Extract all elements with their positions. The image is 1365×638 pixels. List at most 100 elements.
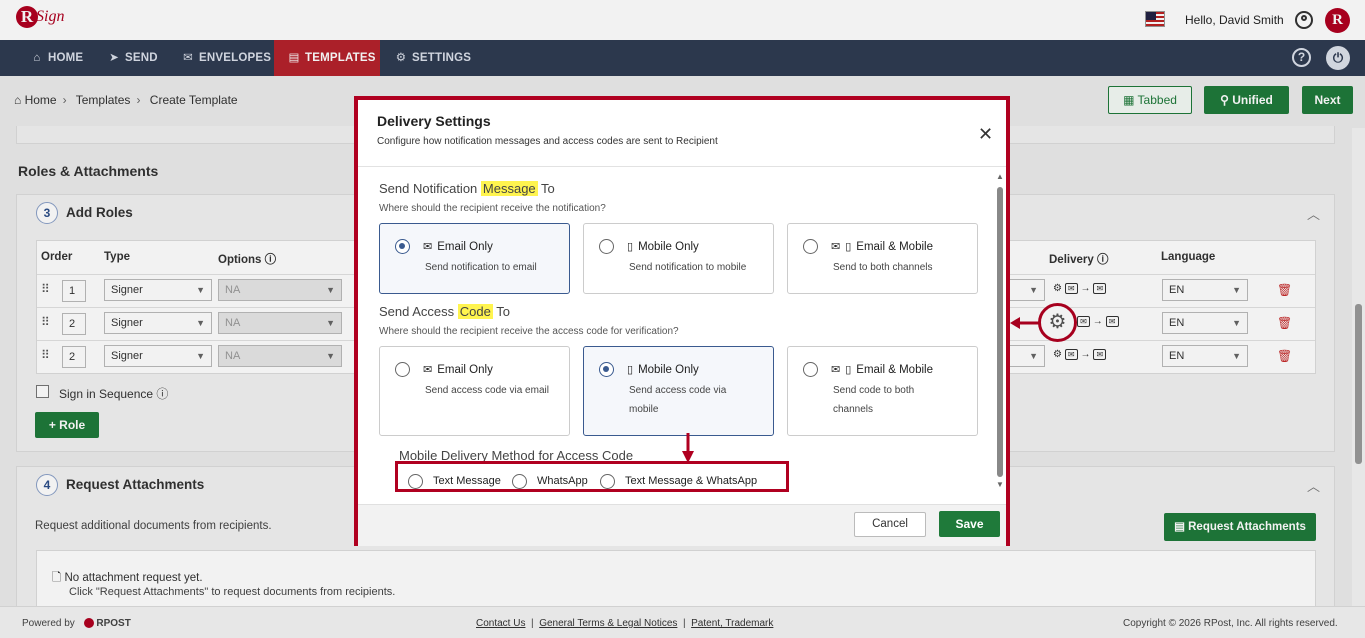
email-icon: ✉ xyxy=(831,241,841,253)
cancel-button[interactable]: Cancel xyxy=(854,512,926,537)
col-options: Options ⓘ xyxy=(218,251,276,267)
drag-handle-icon[interactable]: ⠿ xyxy=(41,348,50,362)
send-icon: ➤ xyxy=(109,52,119,64)
caret-icon: ▼ xyxy=(196,285,205,295)
trash-icon[interactable]: 🗑 xyxy=(1277,317,1292,330)
chevron-up-icon[interactable]: ︿ xyxy=(1307,204,1320,223)
sign-in-sequence-text: Sign in Sequence xyxy=(59,387,154,401)
save-button[interactable]: Save xyxy=(939,511,1000,537)
contact-link[interactable]: Contact Us xyxy=(476,618,525,629)
template-icon: ▤ xyxy=(288,52,300,64)
hidden-select-edge[interactable]: ▼ xyxy=(1007,345,1045,367)
drag-handle-icon[interactable]: ⠿ xyxy=(41,315,50,329)
user-greeting: Hello, David Smith xyxy=(1185,13,1284,27)
type-select[interactable]: Signer ▼ xyxy=(104,345,212,367)
us-flag-icon[interactable] xyxy=(1145,11,1165,27)
logo-text: Sign xyxy=(36,8,65,25)
order-input[interactable]: 2 xyxy=(62,346,86,368)
attachments-header[interactable]: 4 Request Attachments xyxy=(36,474,204,496)
modal-subtitle: Configure how notification messages and … xyxy=(377,136,718,147)
delivery-settings-gear-highlight[interactable]: ⚙ xyxy=(1038,303,1077,342)
nav-send[interactable]: ➤ SEND xyxy=(95,40,170,76)
sign-in-sequence-checkbox[interactable] xyxy=(36,385,49,398)
notification-heading: Send Notification Message To xyxy=(379,181,555,196)
access-option-email[interactable]: ✉ Email Only Send access code via email xyxy=(379,346,570,436)
add-role-button[interactable]: + Role xyxy=(35,412,99,438)
option-title-text: Email Only xyxy=(437,241,493,253)
scroll-down-icon[interactable]: ▼ xyxy=(996,480,1004,489)
language-select[interactable]: EN ▼ xyxy=(1162,345,1248,367)
add-roles-title: Add Roles xyxy=(66,205,133,220)
access-option-both[interactable]: ✉ ▯ Email & Mobile Send code to both chann… xyxy=(787,346,978,436)
drag-handle-icon[interactable]: ⠿ xyxy=(41,282,50,296)
patent-link[interactable]: Patent, Trademark xyxy=(691,618,773,629)
step-number: 4 xyxy=(36,474,58,496)
trash-icon[interactable]: 🗑 xyxy=(1277,284,1292,297)
nav-home[interactable]: ⌂ HOME xyxy=(18,40,95,76)
nav-envelopes[interactable]: ✉ ENVELOPES xyxy=(169,40,283,76)
breadcrumb-home[interactable]: Home xyxy=(25,93,57,107)
delivery-icons[interactable]: ⚙ ✉ → ✉ xyxy=(1053,349,1107,360)
radio[interactable] xyxy=(395,362,410,377)
unified-button[interactable]: ⚲ Unified xyxy=(1204,86,1289,114)
option-title: ✉ ▯ Email & Mobile xyxy=(831,240,933,253)
option-title: ▯ Mobile Only xyxy=(627,240,699,253)
user-profile-icon[interactable] xyxy=(1295,11,1313,29)
type-value: Signer xyxy=(111,284,143,296)
unified-label: Unified xyxy=(1232,93,1273,107)
terms-link[interactable]: General Terms & Legal Notices xyxy=(539,618,677,629)
chevron-up-icon[interactable]: ︿ xyxy=(1307,476,1320,495)
order-input[interactable]: 2 xyxy=(62,313,86,335)
hidden-select-edge[interactable]: ▼ xyxy=(1007,279,1045,301)
type-value: Signer xyxy=(111,317,143,329)
nav-templates-label: TEMPLATES xyxy=(305,52,376,64)
radio-selected[interactable] xyxy=(599,362,614,377)
radio[interactable] xyxy=(803,362,818,377)
power-icon[interactable]: ⏻ xyxy=(1326,46,1350,70)
breadcrumb-templates[interactable]: Templates xyxy=(76,93,131,107)
mobile-icon: ▯ xyxy=(627,241,634,253)
type-select[interactable]: Signer ▼ xyxy=(104,312,212,334)
option-desc: Send notification to mobile xyxy=(629,262,747,273)
notification-option-mobile[interactable]: ▯ Mobile Only Send notification to mobile xyxy=(583,223,774,294)
radio[interactable] xyxy=(803,239,818,254)
info-icon: ⓘ xyxy=(264,254,277,266)
email-icon: ✉ xyxy=(423,241,433,253)
tabbed-button[interactable]: ▦ Tabbed xyxy=(1108,86,1192,114)
type-select[interactable]: Signer ▼ xyxy=(104,279,212,301)
help-icon[interactable]: ? xyxy=(1292,48,1311,67)
rsign-logo[interactable]: R Sign xyxy=(16,6,70,34)
option-title: ✉ Email Only xyxy=(423,363,493,376)
delivery-icons[interactable]: ✉ → ✉ xyxy=(1077,316,1119,327)
home-icon: ⌂ xyxy=(14,93,22,107)
nav-settings[interactable]: ⚙ SETTINGS xyxy=(382,40,483,76)
col-delivery: Delivery ⓘ xyxy=(1049,251,1108,267)
notification-option-email[interactable]: ✉ Email Only Send notification to email xyxy=(379,223,570,294)
scrollbar-thumb[interactable] xyxy=(1355,304,1362,464)
scrollbar-thumb[interactable] xyxy=(997,187,1003,477)
trash-icon[interactable]: 🗑 xyxy=(1277,350,1292,363)
add-roles-header[interactable]: 3 Add Roles xyxy=(36,202,133,224)
option-title-text: Email & Mobile xyxy=(856,241,933,253)
notification-heading-pre: Send Notification xyxy=(379,181,481,196)
next-button[interactable]: Next xyxy=(1302,86,1353,114)
language-select[interactable]: EN ▼ xyxy=(1162,312,1248,334)
radio-selected[interactable] xyxy=(395,239,410,254)
request-attachments-button[interactable]: ▤ Request Attachments xyxy=(1164,513,1316,541)
order-input[interactable]: 1 xyxy=(62,280,86,302)
notification-option-both[interactable]: ✉ ▯ Email & Mobile Send to both channels xyxy=(787,223,978,294)
email-icon: ✉ xyxy=(1077,316,1090,327)
nav-templates[interactable]: ▤ TEMPLATES xyxy=(274,40,380,76)
modal-scrollbar[interactable]: ▲ ▼ xyxy=(996,172,1004,492)
attachments-title: Request Attachments xyxy=(66,477,205,492)
language-select[interactable]: EN ▼ xyxy=(1162,279,1248,301)
scroll-up-icon[interactable]: ▲ xyxy=(996,172,1004,181)
close-icon[interactable]: ✕ xyxy=(978,124,993,145)
delivery-icons[interactable]: ⚙ ✉ → ✉ xyxy=(1053,283,1107,294)
avatar[interactable]: R xyxy=(1325,8,1350,33)
access-option-mobile[interactable]: ▯ Mobile Only Send access code via mobile xyxy=(583,346,774,436)
option-title-text: Mobile Only xyxy=(638,364,699,376)
options-value: NA xyxy=(225,350,241,362)
radio[interactable] xyxy=(599,239,614,254)
page-scrollbar[interactable] xyxy=(1352,128,1365,606)
